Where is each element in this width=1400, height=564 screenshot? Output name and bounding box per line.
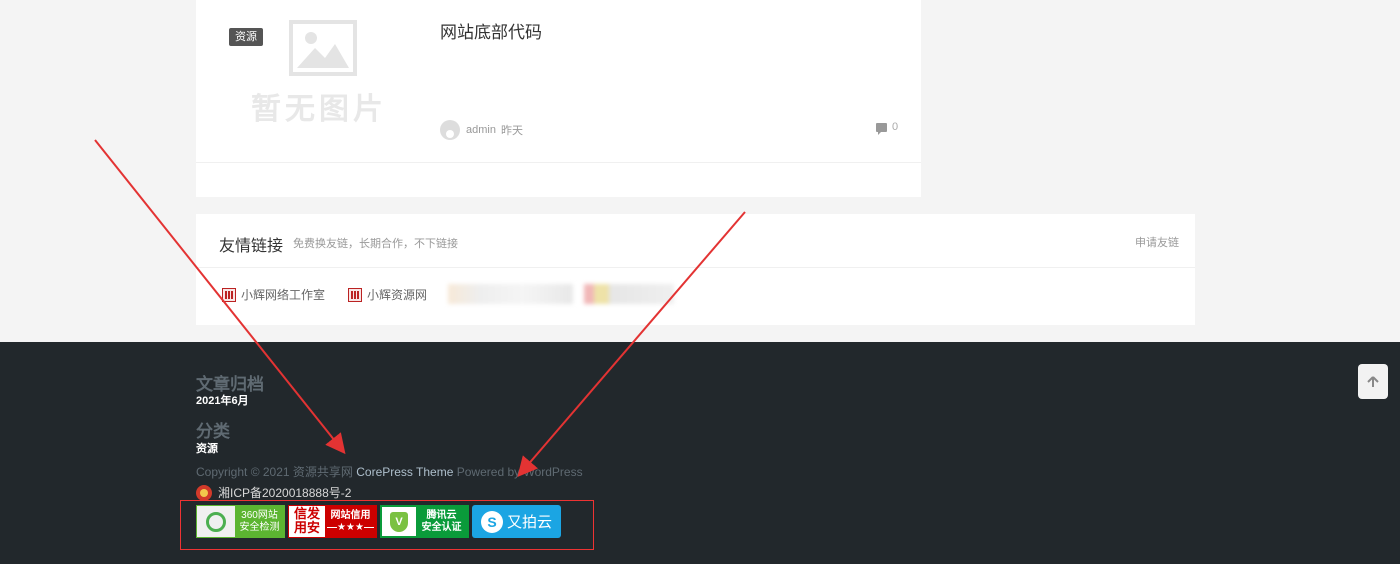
friend-links-title: 友情链接 — [219, 238, 284, 255]
placeholder-text: 暂无图片 — [251, 92, 387, 127]
police-badge-icon — [196, 484, 212, 501]
icp-text: 湘ICP备2020018888号-2 — [218, 486, 352, 500]
comment-count-value: 0 — [892, 121, 899, 133]
friend-links-header: 友情链接 免费换友链，长期合作，不下链接 申请友链 — [196, 214, 1195, 268]
post-card: 资源 暂无图片 网站底部代码 admin 昨天 0 — [196, 0, 921, 197]
post-time: 昨天 — [500, 125, 523, 137]
category-link[interactable]: 资源 — [196, 440, 218, 456]
post-author[interactable]: admin — [466, 124, 496, 136]
icp-record[interactable]: 湘ICP备2020018888号-2 — [196, 484, 351, 501]
post-title[interactable]: 网站底部代码 — [440, 18, 542, 43]
powered-by-link[interactable]: Powered by WordPress — [457, 465, 583, 479]
friend-links-card: 友情链接 免费换友链，长期合作，不下链接 申请友链 小辉网络工作室 小辉资源网 — [196, 214, 1195, 325]
theme-link[interactable]: CorePress Theme — [356, 465, 453, 479]
friend-link[interactable]: 小辉资源网 — [348, 286, 427, 303]
post-item[interactable]: 资源 暂无图片 网站底部代码 admin 昨天 0 — [196, 0, 921, 163]
site-favicon-icon — [348, 287, 362, 302]
category-heading: 分类 — [196, 422, 230, 441]
comment-icon — [876, 122, 887, 135]
friend-link-label: 小辉网络工作室 — [241, 288, 326, 302]
archive-link[interactable]: 2021年6月 — [196, 392, 249, 408]
copyright-text: Copyright © 2021 资源共享网 — [196, 465, 353, 479]
friend-links-subtitle: 免费换友链，长期合作，不下链接 — [293, 238, 458, 250]
post-meta: admin 昨天 — [440, 120, 523, 140]
back-to-top-button[interactable] — [1358, 364, 1388, 399]
avatar[interactable] — [440, 120, 460, 140]
category-tag[interactable]: 资源 — [229, 28, 263, 46]
arrow-up-icon — [1367, 375, 1379, 387]
copyright: Copyright © 2021 资源共享网 CorePress Theme P… — [196, 463, 583, 480]
comment-count[interactable]: 0 — [876, 121, 899, 135]
friend-link-label: 小辉资源网 — [367, 288, 428, 302]
image-placeholder-icon — [289, 20, 357, 76]
blurred-link[interactable] — [448, 284, 573, 304]
blurred-link[interactable] — [584, 284, 674, 304]
apply-link-button[interactable]: 申请友链 — [1135, 234, 1179, 250]
site-favicon-icon — [222, 287, 236, 302]
annotation-highlight-box — [180, 500, 594, 550]
friend-link[interactable]: 小辉网络工作室 — [222, 286, 325, 303]
